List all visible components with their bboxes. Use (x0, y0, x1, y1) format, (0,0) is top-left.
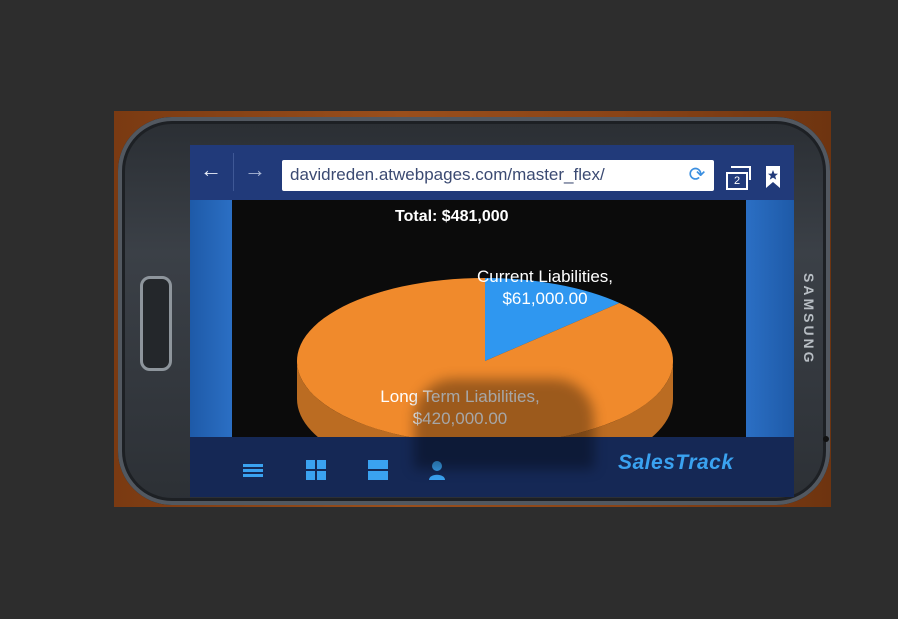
brand-logo: SalesTrack (618, 451, 734, 474)
hand-shadow (414, 379, 594, 469)
grid-icon[interactable] (305, 459, 327, 481)
slice-value-current: $61,000.00 (502, 289, 588, 308)
sensor-icon (823, 436, 829, 442)
bookmark-icon[interactable] (764, 165, 782, 189)
page-side-left (190, 200, 232, 437)
label-current-liabilities: Current Liabilities, $61,000.00 (465, 266, 625, 310)
refresh-icon[interactable]: ⟳ (686, 164, 708, 186)
back-button[interactable]: ← (194, 155, 228, 185)
tabs-icon[interactable]: 2 (726, 172, 748, 190)
tiles-icon[interactable] (367, 459, 389, 481)
forward-button[interactable]: → (238, 155, 272, 185)
device-brand: SAMSUNG (801, 273, 817, 366)
url-text: davidreden.atwebpages.com/master_flex/ (290, 165, 605, 184)
home-button[interactable] (140, 276, 172, 371)
address-bar[interactable]: davidreden.atwebpages.com/master_flex/ ⟳ (282, 160, 714, 191)
toolbar-divider (233, 153, 234, 191)
page-side-right (746, 200, 794, 437)
list-icon[interactable] (242, 459, 264, 481)
browser-toolbar: ← → davidreden.atwebpages.com/master_fle… (190, 145, 794, 200)
slice-label-current: Current Liabilities, (476, 267, 614, 286)
photo-background: SAMSUNG ← → davidreden.atwebpages.com/ma… (114, 111, 831, 507)
